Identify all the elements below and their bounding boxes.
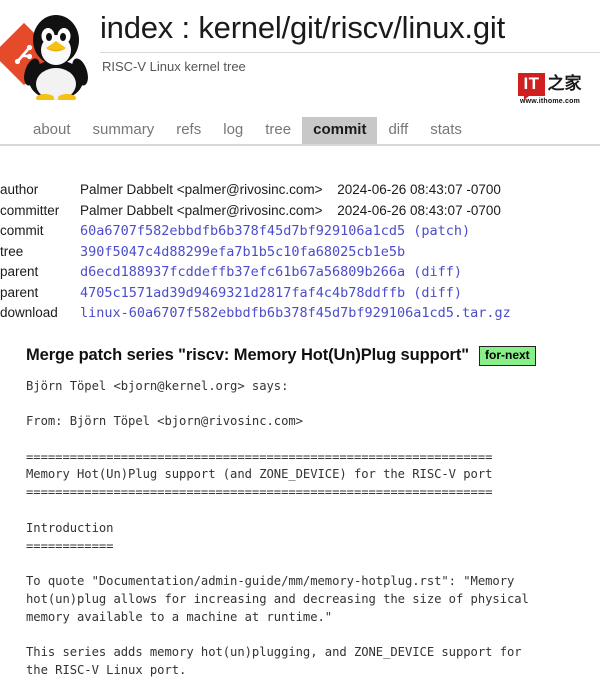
meta-value-committer: Palmer Dabbelt <palmer@rivosinc.com>: [80, 201, 337, 222]
navigation-tabs: about summary refs log tree commit diff …: [0, 116, 600, 146]
tab-stats[interactable]: stats: [419, 117, 473, 144]
table-row: committer Palmer Dabbelt <palmer@rivosin…: [0, 201, 511, 222]
meta-value-download: linux-60a6707f582ebbdfb6b378f45d7bf92910…: [80, 303, 511, 324]
download-tarball-link[interactable]: linux-60a6707f582ebbdfb6b378f45d7bf92910…: [80, 305, 511, 321]
meta-date-committer: 2024-06-26 08:43:07 -0700: [337, 201, 511, 222]
meta-value-tree: 390f5047c4d88299efa7b1b5c10fa68025cb1e5b: [80, 242, 511, 263]
meta-date-author: 2024-06-26 08:43:07 -0700: [337, 180, 511, 201]
watermark-url: www.ithome.com: [508, 98, 592, 105]
parent-1-hash-link[interactable]: d6ecd188937fcddeffb37efc61b67a56809b266a: [80, 264, 405, 280]
tab-diff[interactable]: diff: [377, 117, 419, 144]
page-title: index : kernel/git/riscv/linux.git: [100, 10, 600, 52]
parent-1-diff-link[interactable]: (diff): [413, 264, 462, 280]
meta-value-author: Palmer Dabbelt <palmer@rivosinc.com>: [80, 180, 337, 201]
tree-hash-link[interactable]: 390f5047c4d88299efa7b1b5c10fa68025cb1e5b: [80, 244, 405, 260]
meta-label-parent-2: parent: [0, 283, 80, 304]
commit-message-body: Björn Töpel <bjorn@kernel.org> says: Fro…: [0, 378, 600, 680]
commit-subject-text: Merge patch series "riscv: Memory Hot(Un…: [26, 346, 469, 365]
tux-penguin-icon: [24, 10, 88, 100]
repo-description: RISC-V Linux kernel tree: [100, 53, 600, 74]
table-row: download linux-60a6707f582ebbdfb6b378f45…: [0, 303, 511, 324]
ithome-watermark: IT 之家 www.ithome.com: [508, 72, 592, 105]
tab-about[interactable]: about: [22, 117, 82, 144]
tab-commit[interactable]: commit: [302, 117, 377, 144]
table-row: parent d6ecd188937fcddeffb37efc61b67a568…: [0, 262, 511, 283]
watermark-brand-cjk: 之家: [548, 75, 582, 93]
commit-metadata-table: author Palmer Dabbelt <palmer@rivosinc.c…: [0, 180, 511, 324]
meta-label-parent-1: parent: [0, 262, 80, 283]
meta-value-parent-1: d6ecd188937fcddeffb37efc61b67a56809b266a…: [80, 262, 511, 283]
table-row: tree 390f5047c4d88299efa7b1b5c10fa68025c…: [0, 242, 511, 263]
tab-log[interactable]: log: [212, 117, 254, 144]
table-row: commit 60a6707f582ebbdfb6b378f45d7bf9291…: [0, 221, 511, 242]
tab-refs[interactable]: refs: [165, 117, 212, 144]
site-logo[interactable]: [0, 8, 96, 104]
commit-hash-link[interactable]: 60a6707f582ebbdfb6b378f45d7bf929106a1cd5: [80, 223, 405, 239]
watermark-brand-latin: IT: [518, 73, 544, 96]
table-row: parent 4705c1571ad39d9469321d2817faf4c4b…: [0, 283, 511, 304]
meta-label-committer: committer: [0, 201, 80, 222]
parent-2-hash-link[interactable]: 4705c1571ad39d9469321d2817faf4c4b78ddffb: [80, 285, 405, 301]
commit-subject: Merge patch series "riscv: Memory Hot(Un…: [0, 346, 600, 366]
meta-label-commit: commit: [0, 221, 80, 242]
meta-label-download: download: [0, 303, 80, 324]
meta-value-commit: 60a6707f582ebbdfb6b378f45d7bf929106a1cd5…: [80, 221, 511, 242]
branch-decoration-badge[interactable]: for-next: [479, 346, 536, 366]
meta-value-parent-2: 4705c1571ad39d9469321d2817faf4c4b78ddffb…: [80, 283, 511, 304]
page-header: index : kernel/git/riscv/linux.git RISC-…: [0, 0, 600, 104]
tab-tree[interactable]: tree: [254, 117, 302, 144]
tab-summary[interactable]: summary: [82, 117, 166, 144]
commit-patch-link[interactable]: (patch): [413, 223, 470, 239]
table-row: author Palmer Dabbelt <palmer@rivosinc.c…: [0, 180, 511, 201]
parent-2-diff-link[interactable]: (diff): [413, 285, 462, 301]
meta-label-tree: tree: [0, 242, 80, 263]
meta-label-author: author: [0, 180, 80, 201]
